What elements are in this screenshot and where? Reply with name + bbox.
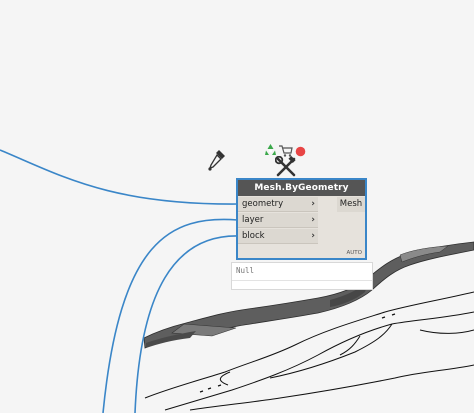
tools-icon[interactable] [274,155,297,178]
input-port-geometry[interactable]: geometry › [238,197,318,212]
input-port-label: block [242,231,265,241]
preview-divider [232,280,372,281]
chevron-right-icon: › [311,231,315,241]
chevron-right-icon: › [311,215,315,225]
node-title[interactable]: Mesh.ByGeometry [238,180,365,196]
preview-value: Null [236,266,255,275]
cart-icon[interactable] [279,142,293,157]
lacing-indicator: AUTO [346,250,362,256]
input-port-label: layer [242,215,264,225]
recycle-icon[interactable] [264,141,277,155]
chevron-right-icon: › [311,199,315,209]
node-preview-bubble[interactable]: Null [231,262,373,290]
input-port-layer[interactable]: layer › [238,213,318,228]
record-icon[interactable] [295,142,306,157]
output-port-mesh[interactable]: Mesh [337,197,365,212]
eyedropper-icon[interactable] [206,148,228,172]
input-port-block[interactable]: block › [238,229,318,244]
mesh-by-geometry-node[interactable]: Mesh.ByGeometry geometry › layer › block… [236,178,367,260]
output-port-label: Mesh [339,199,363,209]
input-port-label: geometry [242,199,284,209]
